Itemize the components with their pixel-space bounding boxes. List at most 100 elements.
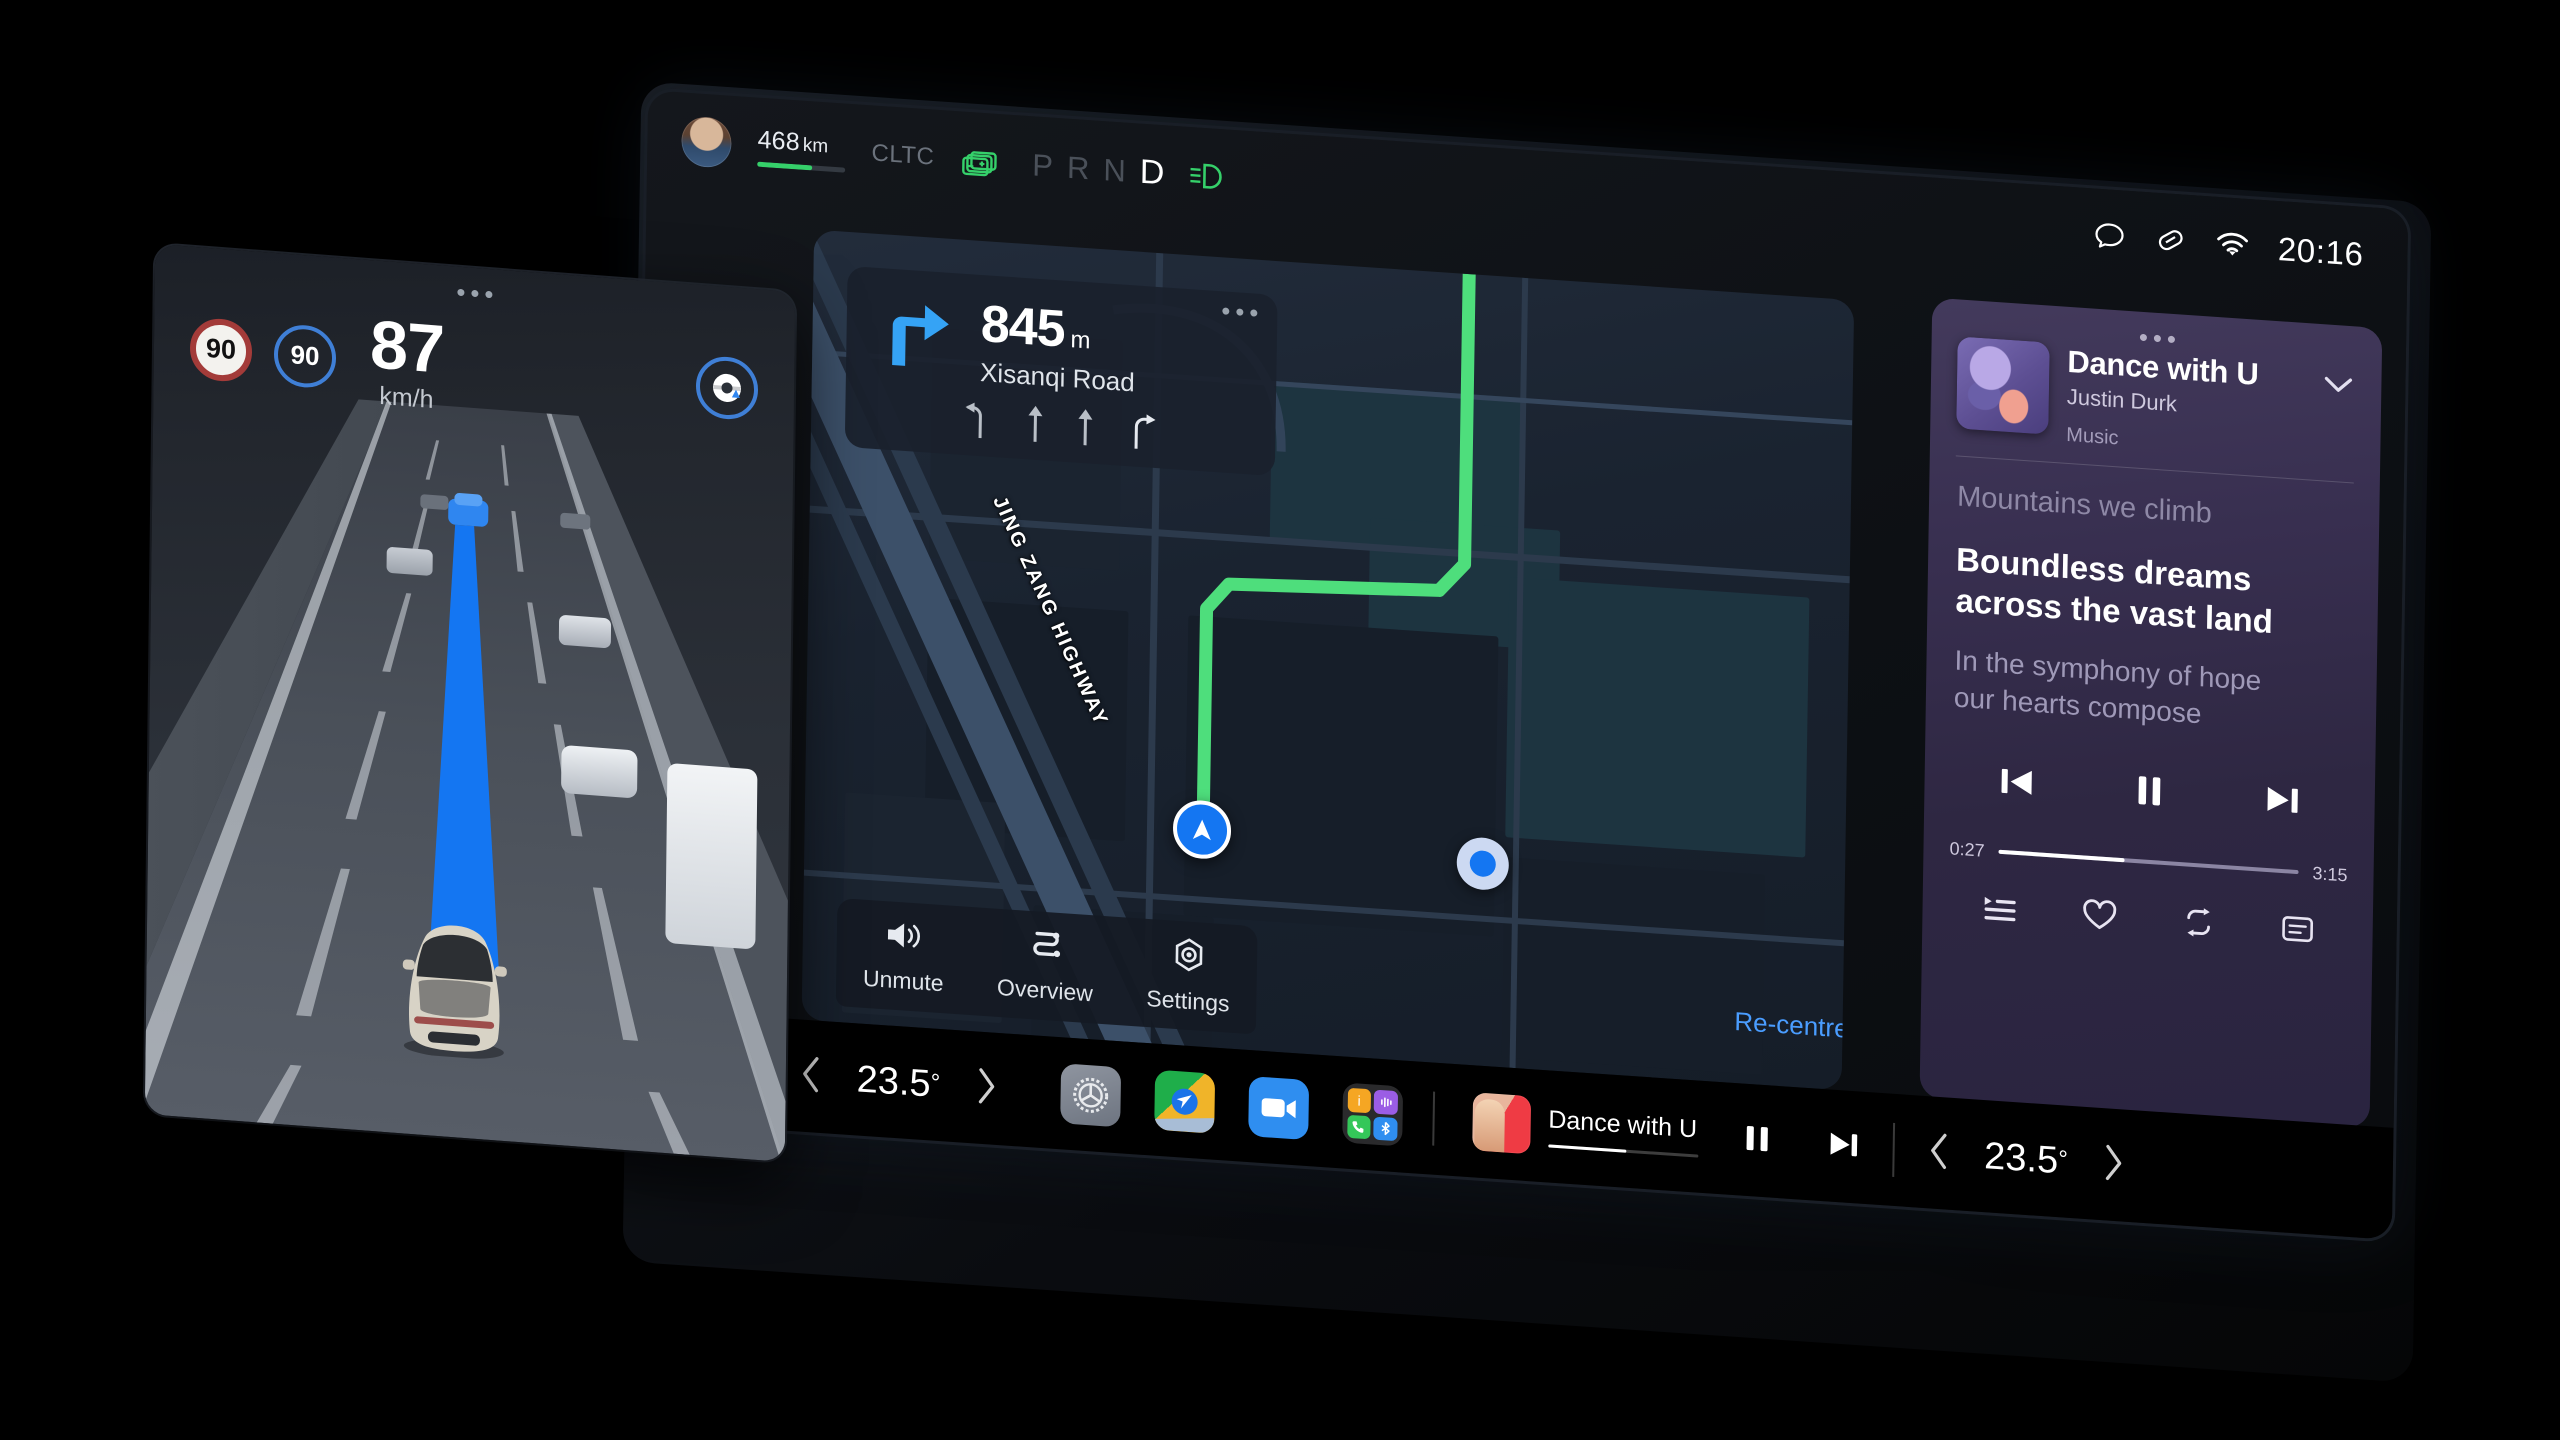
passenger-temp-number: 23.5: [1983, 1134, 2059, 1182]
driver-temp-decrease[interactable]: [796, 1051, 827, 1102]
gear-hex-icon: [1169, 936, 1208, 981]
traffic-vehicle: [561, 744, 638, 799]
turn-distance-unit: m: [1070, 325, 1091, 354]
battery-bar: [757, 161, 846, 173]
lyric-previous: Mountains we climb: [1956, 480, 2213, 530]
unmute-button[interactable]: Unmute: [863, 916, 945, 997]
now-playing-art: [1471, 1092, 1531, 1155]
overview-button[interactable]: Overview: [997, 925, 1094, 1008]
repeat-icon[interactable]: [2180, 905, 2217, 944]
app-folder-icon[interactable]: i: [1341, 1082, 1403, 1147]
passenger-temp-decrease[interactable]: [1924, 1127, 1955, 1178]
traffic-vehicle: [560, 512, 591, 530]
divider: [1431, 1091, 1435, 1146]
transport-controls: [1950, 751, 2349, 835]
infotainment-screenshot: 468 km CLTC P R N D 20:16 JING ZANG HIGH…: [0, 0, 2560, 1440]
map-settings-button[interactable]: Settings: [1146, 934, 1230, 1018]
current-speed: 87 km/h: [369, 306, 445, 415]
status-bar-right: 20:16: [2093, 217, 2374, 275]
driver-temp-number: 23.5: [856, 1057, 931, 1105]
next-track-icon[interactable]: [2257, 773, 2308, 831]
message-bubble-icon[interactable]: [2093, 217, 2128, 258]
avatar[interactable]: [681, 115, 732, 169]
taskbar-pause-icon[interactable]: [1738, 1117, 1777, 1165]
info-icon: i: [1347, 1087, 1372, 1113]
turn-text: 845 m Xisanqi Road: [979, 294, 1136, 399]
progress-slider[interactable]: [1998, 850, 2299, 875]
driving-visualization-panel[interactable]: 90 90 87 km/h: [144, 244, 796, 1162]
gear-p: P: [1032, 146, 1055, 184]
range-indicator: 468 km: [757, 125, 846, 173]
phone-icon: [1346, 1114, 1371, 1140]
lyrics-icon[interactable]: [2279, 912, 2316, 951]
music-player-panel: Dance with U Justin Durk Music Mountains…: [1919, 297, 2383, 1129]
pause-icon[interactable]: [2123, 763, 2176, 824]
duration-time: 3:15: [2312, 863, 2348, 886]
turn-distance: 845: [980, 294, 1066, 359]
lyrics-view[interactable]: Mountains we climb Boundless dreams acro…: [1952, 478, 2354, 742]
gear-r: R: [1066, 149, 1091, 186]
progress-row: 0:27 3:15: [1949, 838, 2347, 886]
speaker-icon: [884, 917, 925, 960]
track-source: Music: [2066, 423, 2119, 450]
maps-app-icon[interactable]: [1153, 1069, 1215, 1134]
gear-selector: P R N D: [1032, 145, 1166, 193]
lane-straight-icon: [1078, 409, 1093, 446]
speed-value: 87: [369, 306, 445, 388]
lyric-current: Boundless dreams across the vast land: [1955, 538, 2350, 647]
heart-icon[interactable]: [2081, 898, 2118, 937]
battery-icon: [960, 143, 1005, 178]
low-beam-icon: [1187, 159, 1228, 194]
traffic-truck: [665, 762, 758, 950]
passenger-temp-increase[interactable]: [2097, 1139, 2128, 1190]
music-header: Dance with U Justin Durk Music: [1956, 336, 2356, 466]
lyric-next: In the symphony of hope our hearts compo…: [1954, 643, 2349, 743]
driver-temp-value: 23.5°: [856, 1058, 940, 1107]
passenger-temp-value: 23.5°: [1984, 1135, 2068, 1184]
driver-temp-increase[interactable]: [970, 1063, 1001, 1114]
album-art[interactable]: [1956, 336, 2050, 435]
chevron-down-icon[interactable]: [2321, 361, 2356, 402]
link-icon[interactable]: [2154, 221, 2189, 262]
bluetooth-icon: [1373, 1116, 1398, 1142]
previous-track-icon[interactable]: [1991, 755, 2042, 813]
taskbar-transport: [1738, 1117, 1863, 1170]
navigation-map[interactable]: JING ZANG HIGHWAY 845 m Xisanqi Road Unm…: [801, 229, 1855, 1091]
now-playing-widget[interactable]: Dance with U: [1471, 1092, 1699, 1165]
range-standard: CLTC: [871, 139, 935, 171]
overview-label: Overview: [996, 973, 1094, 1007]
elapsed-time: 0:27: [1949, 838, 1985, 861]
driver-temp-unit: °: [930, 1068, 941, 1097]
taskbar-next-icon[interactable]: [1822, 1123, 1863, 1171]
lane-straight-icon: [1028, 405, 1043, 442]
route-overview-icon: [1026, 927, 1065, 970]
range-value: 468: [757, 125, 801, 157]
speed-unit: km/h: [379, 381, 434, 414]
passenger-temp-unit: °: [2058, 1145, 2069, 1173]
turn-street-name: Xisanqi Road: [979, 356, 1136, 398]
voice-icon: [1373, 1089, 1398, 1115]
ego-vehicle: [384, 902, 526, 1068]
unmute-label: Unmute: [862, 964, 944, 997]
range-unit: km: [802, 134, 829, 157]
passenger-temperature-control: 23.5°: [1924, 1127, 2128, 1190]
steering-wheel-assist-icon[interactable]: [695, 354, 759, 422]
traffic-vehicle: [386, 546, 433, 577]
gear-d: D: [1139, 152, 1166, 192]
divider: [1891, 1122, 1895, 1177]
map-settings-label: Settings: [1146, 984, 1230, 1017]
lane-right-turn-icon: [1134, 414, 1156, 449]
app-dock: i: [1059, 1063, 1403, 1147]
playlist-icon[interactable]: [1980, 891, 2019, 931]
settings-app-icon[interactable]: [1059, 1063, 1121, 1128]
video-app-icon[interactable]: [1247, 1076, 1309, 1141]
track-meta: Dance with U Justin Durk Music: [2066, 344, 2304, 463]
driver-temperature-control: 23.5°: [796, 1051, 1000, 1114]
cruise-speed-indicator: 90: [273, 322, 337, 390]
music-action-row: [1948, 889, 2347, 953]
now-playing-title: Dance with U: [1548, 1105, 1698, 1144]
wifi-icon[interactable]: [2215, 227, 2252, 264]
clock: 20:16: [2277, 230, 2364, 273]
gear-n: N: [1103, 151, 1128, 189]
turn-instruction-card: 845 m Xisanqi Road: [844, 265, 1278, 477]
